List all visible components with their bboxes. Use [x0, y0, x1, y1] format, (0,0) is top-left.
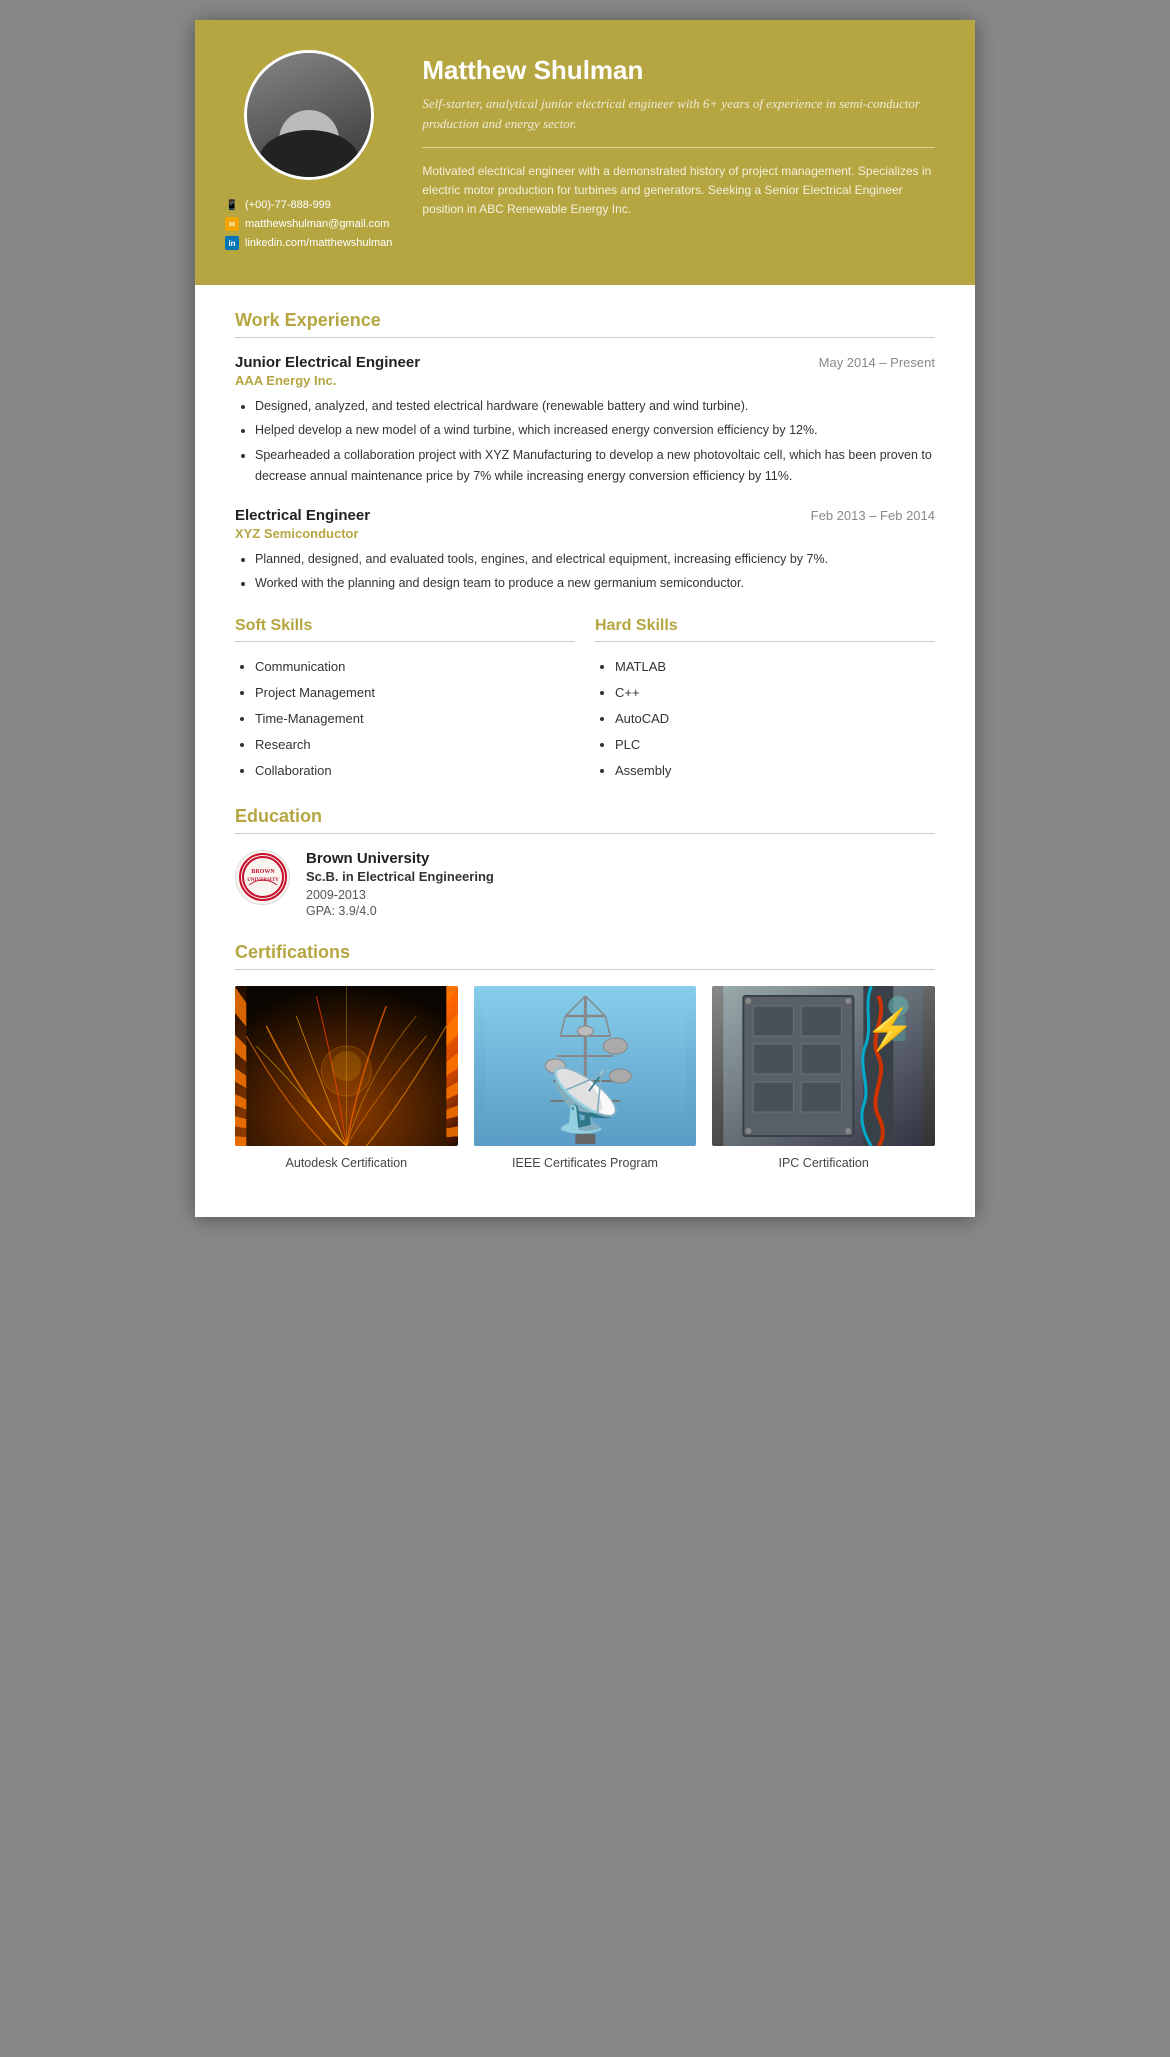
education-details: Brown University Sc.B. in Electrical Eng… [306, 850, 494, 920]
university-logo-inner: BROWN UNIVERSITY [239, 853, 287, 901]
list-item: MATLAB [615, 654, 935, 680]
job-2-bullets: Planned, designed, and evaluated tools, … [235, 549, 935, 595]
list-item: Project Management [255, 680, 575, 706]
cert-label-3: IPC Certification [779, 1156, 869, 1170]
job-1-title: Junior Electrical Engineer [235, 354, 420, 371]
hard-skills-divider [595, 641, 935, 642]
main-content: Work Experience Junior Electrical Engine… [195, 285, 975, 1217]
resume-document: 📱 (+00)-77-888-999 ✉ matthewshulman@gmai… [195, 20, 975, 1217]
contact-linkedin: in linkedin.com/matthewshulman [225, 236, 392, 250]
svg-text:BROWN: BROWN [251, 869, 275, 875]
university-logo: BROWN UNIVERSITY [235, 850, 290, 905]
list-item: Worked with the planning and design team… [255, 573, 935, 594]
hard-skills-title: Hard Skills [595, 617, 935, 635]
cert-label-1: Autodesk Certification [286, 1156, 408, 1170]
certifications-grid: Autodesk Certification [235, 986, 935, 1170]
contact-phone: 📱 (+00)-77-888-999 [225, 198, 392, 212]
job-1-dates: May 2014 – Present [819, 355, 935, 370]
cert-image-3 [712, 986, 935, 1146]
candidate-tagline: Self-starter, analytical junior electric… [422, 94, 935, 133]
education-divider [235, 833, 935, 834]
cert-item-2: IEEE Certificates Program [474, 986, 697, 1170]
soft-skills-title: Soft Skills [235, 617, 575, 635]
cert-image-2 [474, 986, 697, 1146]
header-divider [422, 147, 935, 148]
skills-section: Soft Skills Communication Project Manage… [235, 617, 935, 784]
list-item: Communication [255, 654, 575, 680]
job-2-title: Electrical Engineer [235, 507, 370, 524]
list-item: C++ [615, 680, 935, 706]
job-1-bullets: Designed, analyzed, and tested electrica… [235, 396, 935, 487]
list-item: Planned, designed, and evaluated tools, … [255, 549, 935, 570]
job-2: Electrical Engineer Feb 2013 – Feb 2014 … [235, 507, 935, 595]
education-title: Education [235, 806, 935, 827]
hard-skills-column: Hard Skills MATLAB C++ AutoCAD PLC Assem… [595, 617, 935, 784]
certifications-divider [235, 969, 935, 970]
job-2-dates: Feb 2013 – Feb 2014 [811, 508, 935, 523]
work-experience-section: Work Experience Junior Electrical Engine… [235, 310, 935, 595]
candidate-bio: Motivated electrical engineer with a dem… [422, 162, 935, 220]
list-item: Collaboration [255, 758, 575, 784]
phone-icon: 📱 [225, 198, 239, 212]
cert-item-3: IPC Certification [712, 986, 935, 1170]
soft-skills-column: Soft Skills Communication Project Manage… [235, 617, 575, 784]
job-1-company: AAA Energy Inc. [235, 373, 935, 388]
cert-image-1 [235, 986, 458, 1146]
job-1-header: Junior Electrical Engineer May 2014 – Pr… [235, 354, 935, 371]
hard-skills-list: MATLAB C++ AutoCAD PLC Assembly [595, 654, 935, 784]
list-item: Research [255, 732, 575, 758]
soft-skills-divider [235, 641, 575, 642]
header-left: 📱 (+00)-77-888-999 ✉ matthewshulman@gmai… [225, 50, 392, 255]
job-2-company: XYZ Semiconductor [235, 526, 935, 541]
cert-label-2: IEEE Certificates Program [512, 1156, 658, 1170]
university-name: Brown University [306, 850, 494, 867]
list-item: Designed, analyzed, and tested electrica… [255, 396, 935, 417]
email-icon: ✉ [225, 217, 239, 231]
cert-item-1: Autodesk Certification [235, 986, 458, 1170]
avatar [244, 50, 374, 180]
soft-skills-list: Communication Project Management Time-Ma… [235, 654, 575, 784]
education-section: Education BROWN UNIVERSITY Brown Univers… [235, 806, 935, 920]
certifications-section: Certifications [235, 942, 935, 1170]
education-years: 2009-2013 [306, 888, 494, 902]
list-item: Helped develop a new model of a wind tur… [255, 420, 935, 441]
list-item: Spearheaded a collaboration project with… [255, 445, 935, 488]
list-item: Time-Management [255, 706, 575, 732]
contact-info: 📱 (+00)-77-888-999 ✉ matthewshulman@gmai… [225, 198, 392, 255]
header-right: Matthew Shulman Self-starter, analytical… [422, 50, 935, 220]
work-experience-divider [235, 337, 935, 338]
job-2-header: Electrical Engineer Feb 2013 – Feb 2014 [235, 507, 935, 524]
degree-name: Sc.B. in Electrical Engineering [306, 869, 494, 884]
list-item: Assembly [615, 758, 935, 784]
header-section: 📱 (+00)-77-888-999 ✉ matthewshulman@gmai… [195, 20, 975, 285]
job-1: Junior Electrical Engineer May 2014 – Pr… [235, 354, 935, 487]
list-item: AutoCAD [615, 706, 935, 732]
contact-email: ✉ matthewshulman@gmail.com [225, 217, 392, 231]
education-gpa: GPA: 3.9/4.0 [306, 904, 494, 918]
linkedin-icon: in [225, 236, 239, 250]
education-item: BROWN UNIVERSITY Brown University Sc.B. … [235, 850, 935, 920]
list-item: PLC [615, 732, 935, 758]
certifications-title: Certifications [235, 942, 935, 963]
work-experience-title: Work Experience [235, 310, 935, 331]
candidate-name: Matthew Shulman [422, 55, 935, 86]
